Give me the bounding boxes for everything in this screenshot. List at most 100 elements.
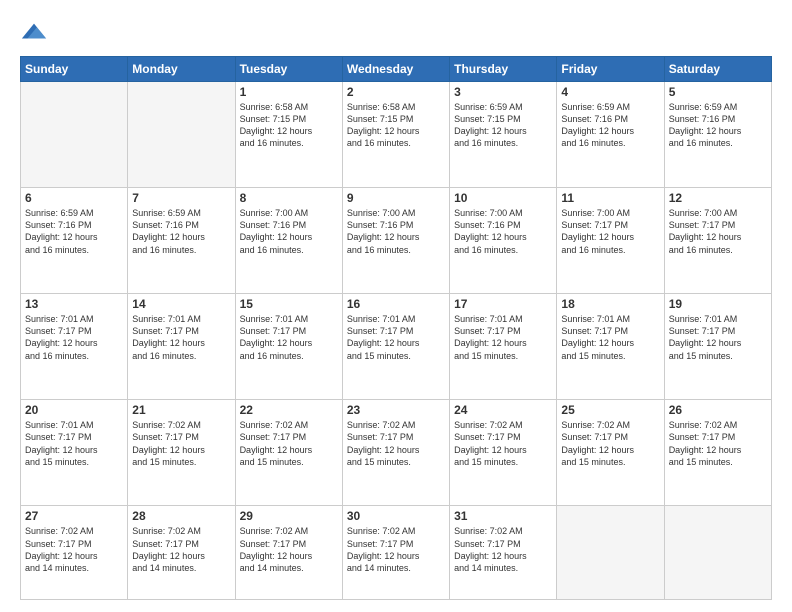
calendar-cell: 23Sunrise: 7:02 AM Sunset: 7:17 PM Dayli… xyxy=(342,400,449,506)
day-info: Sunrise: 7:01 AM Sunset: 7:17 PM Dayligh… xyxy=(25,419,123,468)
calendar-cell: 1Sunrise: 6:58 AM Sunset: 7:15 PM Daylig… xyxy=(235,82,342,188)
calendar-cell: 16 Sunrise: 7:01 AM Sunset: 7:17 PM Dayli… xyxy=(342,294,449,400)
weekday-header-row: SundayMondayTuesdayWednesdayThursdayFrid… xyxy=(21,57,772,82)
day-info: Sunrise: 7:02 AM Sunset: 7:17 PM Dayligh… xyxy=(561,419,659,468)
header xyxy=(20,18,772,46)
calendar-cell: 12Sunrise: 7:00 AM Sunset: 7:17 PM Dayli… xyxy=(664,188,771,294)
day-number: 15 xyxy=(240,297,338,311)
day-number: 18 xyxy=(561,297,659,311)
calendar-week-row: 20 Sunrise: 7:01 AM Sunset: 7:17 PM Dayli… xyxy=(21,400,772,506)
day-number: 4 xyxy=(561,85,659,99)
day-info: Sunrise: 7:02 AM Sunset: 7:17 PM Dayligh… xyxy=(240,525,338,574)
calendar-cell: 27 Sunrise: 7:02 AM Sunset: 7:17 PM Dayli… xyxy=(21,506,128,600)
calendar-cell: 19 Sunrise: 7:01 AM Sunset: 7:17 PM Dayli… xyxy=(664,294,771,400)
calendar-cell: 14 Sunrise: 7:01 AM Sunset: 7:17 PM Dayli… xyxy=(128,294,235,400)
day-number: 21 xyxy=(132,403,230,417)
day-info: Sunrise: 7:02 AM Sunset: 7:17 PM Dayligh… xyxy=(669,419,767,468)
calendar-cell xyxy=(664,506,771,600)
calendar-cell: 13 Sunrise: 7:01 AM Sunset: 7:17 PM Dayli… xyxy=(21,294,128,400)
day-number: 8 xyxy=(240,191,338,205)
day-number: 11 xyxy=(561,191,659,205)
day-info: Sunrise: 7:02 AM Sunset: 7:17 PM Dayligh… xyxy=(454,525,552,574)
calendar-cell: 26Sunrise: 7:02 AM Sunset: 7:17 PM Dayli… xyxy=(664,400,771,506)
weekday-header-thursday: Thursday xyxy=(450,57,557,82)
day-number: 2 xyxy=(347,85,445,99)
calendar-cell: 22Sunrise: 7:02 AM Sunset: 7:17 PM Dayli… xyxy=(235,400,342,506)
calendar-cell xyxy=(128,82,235,188)
day-info: Sunrise: 7:01 AM Sunset: 7:17 PM Dayligh… xyxy=(347,313,445,362)
day-number: 12 xyxy=(669,191,767,205)
calendar-cell: 31 Sunrise: 7:02 AM Sunset: 7:17 PM Dayli… xyxy=(450,506,557,600)
day-number: 7 xyxy=(132,191,230,205)
day-number: 31 xyxy=(454,509,552,523)
day-info: Sunrise: 7:01 AM Sunset: 7:17 PM Dayligh… xyxy=(561,313,659,362)
weekday-header-wednesday: Wednesday xyxy=(342,57,449,82)
day-number: 19 xyxy=(669,297,767,311)
day-info: Sunrise: 7:01 AM Sunset: 7:17 PM Dayligh… xyxy=(25,313,123,362)
day-number: 30 xyxy=(347,509,445,523)
logo xyxy=(20,18,52,46)
day-number: 10 xyxy=(454,191,552,205)
weekday-header-saturday: Saturday xyxy=(664,57,771,82)
day-info: Sunrise: 6:59 AM Sunset: 7:16 PM Dayligh… xyxy=(669,101,767,150)
day-number: 9 xyxy=(347,191,445,205)
calendar-cell: 20 Sunrise: 7:01 AM Sunset: 7:17 PM Dayli… xyxy=(21,400,128,506)
day-info: Sunrise: 7:02 AM Sunset: 7:17 PM Dayligh… xyxy=(25,525,123,574)
day-number: 27 xyxy=(25,509,123,523)
day-info: Sunrise: 7:01 AM Sunset: 7:17 PM Dayligh… xyxy=(132,313,230,362)
weekday-header-tuesday: Tuesday xyxy=(235,57,342,82)
day-info: Sunrise: 7:02 AM Sunset: 7:17 PM Dayligh… xyxy=(347,419,445,468)
weekday-header-monday: Monday xyxy=(128,57,235,82)
day-number: 14 xyxy=(132,297,230,311)
calendar-cell: 11Sunrise: 7:00 AM Sunset: 7:17 PM Dayli… xyxy=(557,188,664,294)
day-info: Sunrise: 6:59 AM Sunset: 7:16 PM Dayligh… xyxy=(561,101,659,150)
day-info: Sunrise: 6:59 AM Sunset: 7:16 PM Dayligh… xyxy=(25,207,123,256)
calendar-week-row: 27 Sunrise: 7:02 AM Sunset: 7:17 PM Dayli… xyxy=(21,506,772,600)
day-number: 28 xyxy=(132,509,230,523)
calendar-table: SundayMondayTuesdayWednesdayThursdayFrid… xyxy=(20,56,772,600)
weekday-header-sunday: Sunday xyxy=(21,57,128,82)
calendar-week-row: 1Sunrise: 6:58 AM Sunset: 7:15 PM Daylig… xyxy=(21,82,772,188)
calendar-week-row: 13 Sunrise: 7:01 AM Sunset: 7:17 PM Dayli… xyxy=(21,294,772,400)
calendar-cell: 10 Sunrise: 7:00 AM Sunset: 7:16 PM Dayli… xyxy=(450,188,557,294)
calendar-cell: 17Sunrise: 7:01 AM Sunset: 7:17 PM Dayli… xyxy=(450,294,557,400)
day-info: Sunrise: 7:02 AM Sunset: 7:17 PM Dayligh… xyxy=(132,525,230,574)
day-number: 16 xyxy=(347,297,445,311)
calendar-cell xyxy=(557,506,664,600)
day-info: Sunrise: 6:59 AM Sunset: 7:15 PM Dayligh… xyxy=(454,101,552,150)
day-number: 13 xyxy=(25,297,123,311)
day-number: 25 xyxy=(561,403,659,417)
calendar-cell: 24Sunrise: 7:02 AM Sunset: 7:17 PM Dayli… xyxy=(450,400,557,506)
calendar-cell: 9 Sunrise: 7:00 AM Sunset: 7:16 PM Daylig… xyxy=(342,188,449,294)
day-number: 5 xyxy=(669,85,767,99)
day-info: Sunrise: 7:01 AM Sunset: 7:17 PM Dayligh… xyxy=(669,313,767,362)
day-info: Sunrise: 7:00 AM Sunset: 7:16 PM Dayligh… xyxy=(454,207,552,256)
day-info: Sunrise: 6:58 AM Sunset: 7:15 PM Dayligh… xyxy=(240,101,338,150)
day-info: Sunrise: 7:01 AM Sunset: 7:17 PM Dayligh… xyxy=(454,313,552,362)
day-number: 6 xyxy=(25,191,123,205)
day-info: Sunrise: 7:02 AM Sunset: 7:17 PM Dayligh… xyxy=(454,419,552,468)
calendar-cell: 4 Sunrise: 6:59 AM Sunset: 7:16 PM Daylig… xyxy=(557,82,664,188)
calendar-cell: 29 Sunrise: 7:02 AM Sunset: 7:17 PM Dayli… xyxy=(235,506,342,600)
calendar-cell: 5 Sunrise: 6:59 AM Sunset: 7:16 PM Daylig… xyxy=(664,82,771,188)
weekday-header-friday: Friday xyxy=(557,57,664,82)
day-info: Sunrise: 7:00 AM Sunset: 7:16 PM Dayligh… xyxy=(347,207,445,256)
calendar-cell: 15 Sunrise: 7:01 AM Sunset: 7:17 PM Dayli… xyxy=(235,294,342,400)
calendar-cell xyxy=(21,82,128,188)
day-info: Sunrise: 7:02 AM Sunset: 7:17 PM Dayligh… xyxy=(347,525,445,574)
day-info: Sunrise: 7:01 AM Sunset: 7:17 PM Dayligh… xyxy=(240,313,338,362)
day-info: Sunrise: 6:59 AM Sunset: 7:16 PM Dayligh… xyxy=(132,207,230,256)
day-number: 29 xyxy=(240,509,338,523)
calendar-cell: 8Sunrise: 7:00 AM Sunset: 7:16 PM Daylig… xyxy=(235,188,342,294)
calendar-cell: 21 Sunrise: 7:02 AM Sunset: 7:17 PM Dayli… xyxy=(128,400,235,506)
calendar-cell: 25 Sunrise: 7:02 AM Sunset: 7:17 PM Dayli… xyxy=(557,400,664,506)
calendar-week-row: 6 Sunrise: 6:59 AM Sunset: 7:16 PM Daylig… xyxy=(21,188,772,294)
day-info: Sunrise: 7:02 AM Sunset: 7:17 PM Dayligh… xyxy=(132,419,230,468)
calendar-cell: 7 Sunrise: 6:59 AM Sunset: 7:16 PM Daylig… xyxy=(128,188,235,294)
calendar-cell: 18 Sunrise: 7:01 AM Sunset: 7:17 PM Dayli… xyxy=(557,294,664,400)
day-number: 22 xyxy=(240,403,338,417)
calendar-cell: 30 Sunrise: 7:02 AM Sunset: 7:17 PM Dayli… xyxy=(342,506,449,600)
day-number: 3 xyxy=(454,85,552,99)
page: SundayMondayTuesdayWednesdayThursdayFrid… xyxy=(0,0,792,612)
day-number: 20 xyxy=(25,403,123,417)
